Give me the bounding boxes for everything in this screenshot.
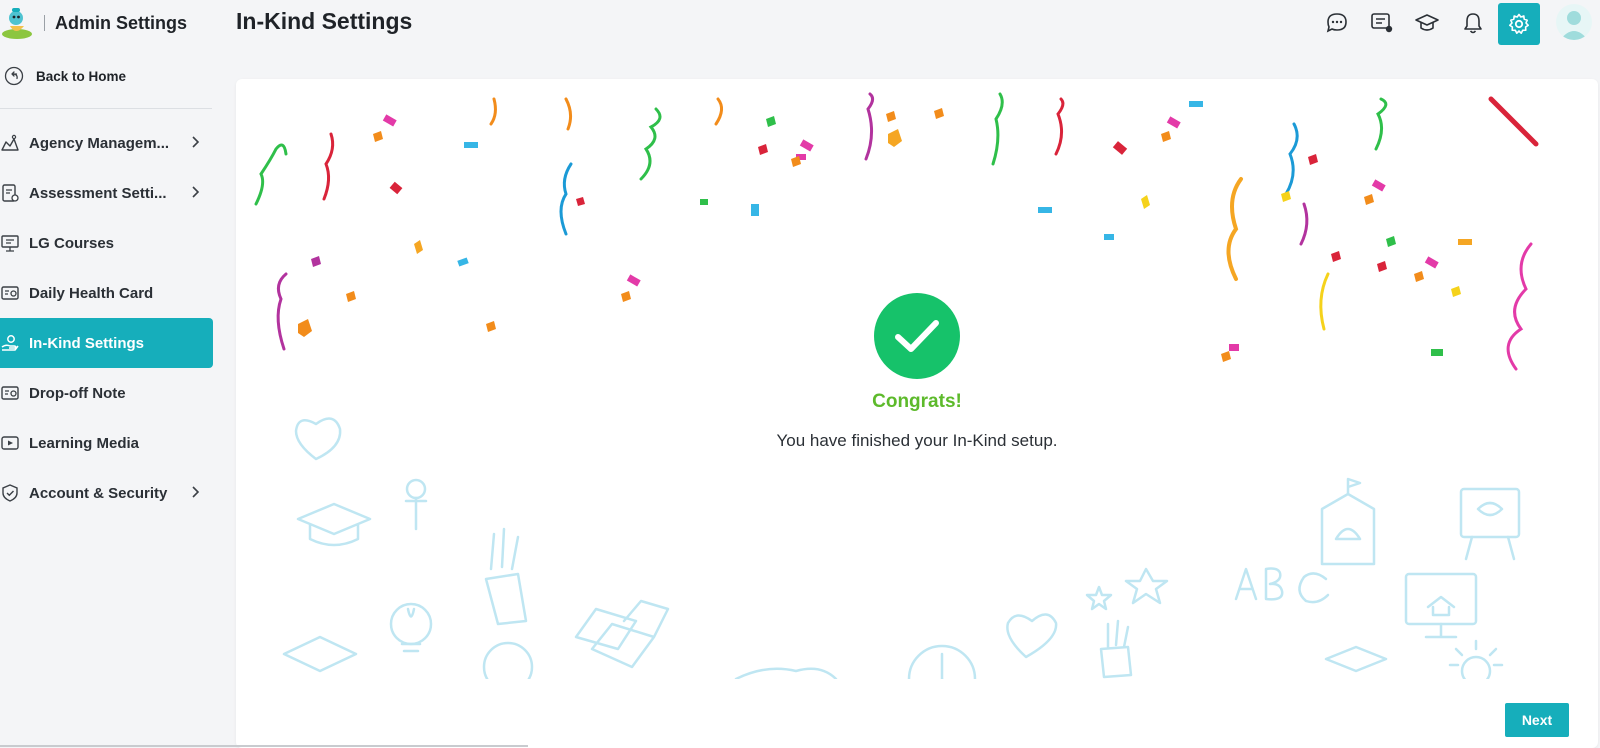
app-title: Admin Settings [55, 12, 188, 33]
page-title: In-Kind Settings [236, 8, 413, 34]
shield-icon [2, 484, 18, 502]
sidebar-item-label: Daily Health Card [29, 284, 154, 302]
sidebar-item-label: Account & Security [29, 484, 168, 502]
sidebar-item-account-security[interactable]: Account & Security [0, 468, 214, 518]
sidebar-item-in-kind-settings[interactable]: In-Kind Settings [0, 318, 213, 368]
courses-icon [1, 235, 19, 252]
sidebar-item-lg-courses[interactable]: LG Courses [0, 218, 214, 268]
back-to-home-label: Back to Home [36, 68, 127, 84]
sidebar-item-drop-off-note[interactable]: Drop-off Note [0, 368, 214, 418]
app-logo [2, 8, 32, 39]
checkmark-icon [895, 320, 939, 352]
sidebar-item-agency-management[interactable]: Agency Managem... [0, 118, 214, 168]
agency-icon [1, 134, 19, 151]
success-panel: Congrats! You have finished your In-Kind… [236, 293, 1598, 451]
sidebar: Admin Settings Back to Home Agency Manag… [0, 0, 214, 748]
brand: Admin Settings [0, 4, 214, 42]
success-check-icon [874, 293, 960, 379]
gear-icon [1509, 13, 1529, 34]
chat-icon[interactable] [1324, 10, 1350, 36]
dropoff-note-icon [1, 386, 19, 400]
sidebar-item-label: In-Kind Settings [29, 334, 144, 352]
congrats-heading: Congrats! [872, 391, 962, 412]
user-avatar-icon [1560, 11, 1588, 40]
next-button[interactable]: Next [1505, 703, 1569, 737]
in-kind-icon [1, 335, 19, 351]
back-to-home-link[interactable]: Back to Home [4, 64, 126, 88]
sidebar-item-daily-health-card[interactable]: Daily Health Card [0, 268, 214, 318]
health-card-icon [1, 286, 19, 300]
sidebar-item-label: Learning Media [29, 434, 140, 452]
sidebar-item-label: Assessment Setti... [29, 184, 167, 202]
settings-button[interactable] [1498, 3, 1540, 45]
sidebar-item-assessment-settings[interactable]: Assessment Setti... [0, 168, 214, 218]
graduation-cap-icon[interactable] [1414, 10, 1440, 36]
sidebar-item-label: Agency Managem... [29, 134, 170, 152]
page-scrollbar[interactable] [0, 745, 528, 747]
chevron-right-icon [192, 186, 200, 198]
learning-media-icon [1, 436, 19, 450]
sidebar-item-learning-media[interactable]: Learning Media [0, 418, 214, 468]
completion-message: You have finished your In-Kind setup. [776, 431, 1058, 450]
chevron-right-icon [192, 486, 200, 498]
bell-icon[interactable] [1460, 10, 1486, 36]
avatar[interactable] [1556, 4, 1592, 40]
brand-separator [44, 15, 45, 31]
back-arrow-icon [4, 66, 24, 86]
sidebar-nav: Agency Managem... Assessment Setti... LG… [0, 118, 214, 518]
main-card: Congrats! You have finished your In-Kind… [236, 79, 1598, 748]
feedback-icon[interactable] [1369, 10, 1395, 36]
assessment-icon [2, 184, 19, 202]
sidebar-divider [0, 108, 212, 109]
chevron-right-icon [192, 136, 200, 148]
sidebar-item-label: Drop-off Note [29, 384, 126, 402]
sidebar-item-label: LG Courses [29, 234, 115, 252]
